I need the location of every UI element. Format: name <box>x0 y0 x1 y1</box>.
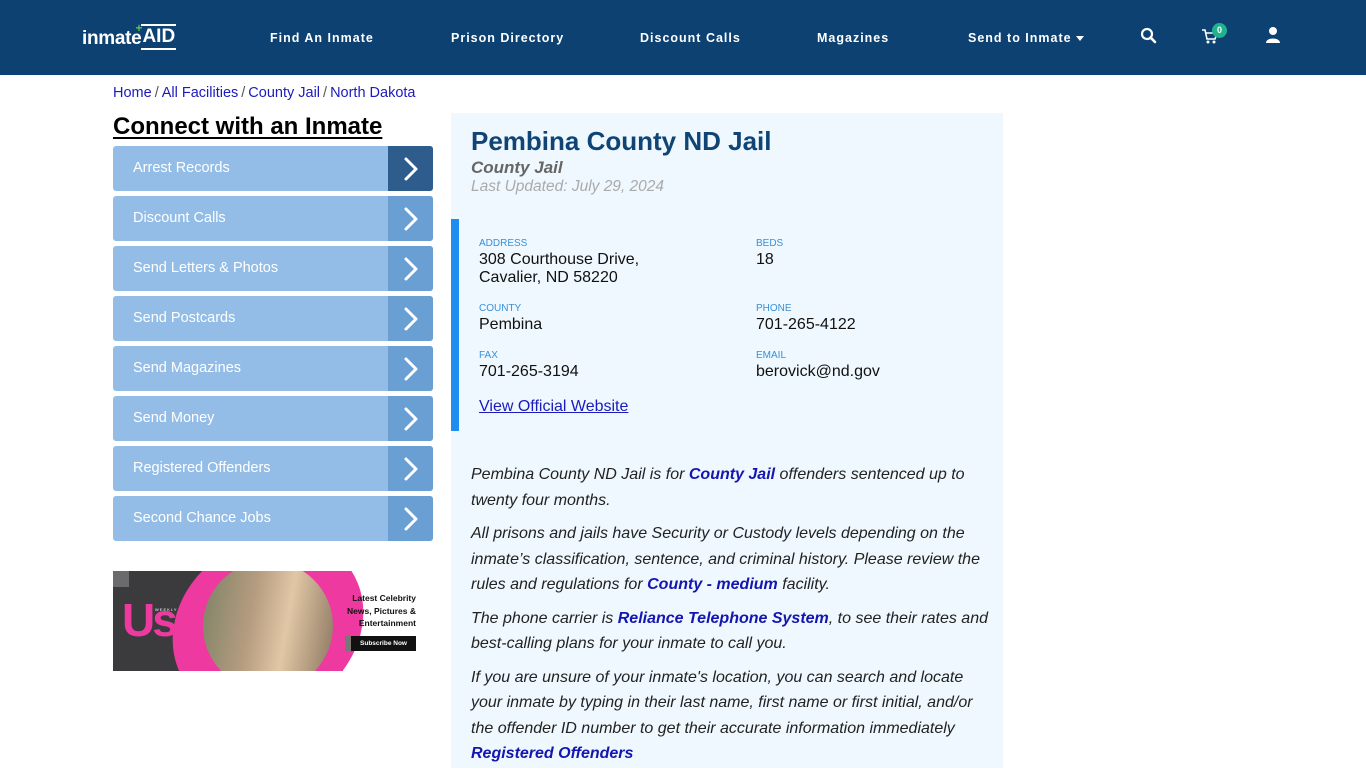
chevron-right-icon <box>388 496 433 541</box>
us-weekly-ad-banner[interactable]: Us WEEKLY Latest Celebrity News, Picture… <box>113 571 416 671</box>
nav-find-an-inmate[interactable]: Find An Inmate <box>270 31 374 45</box>
beds-label: BEDS <box>756 238 784 249</box>
view-official-website-link[interactable]: View Official Website <box>479 398 628 416</box>
menu-item-registered-offenders[interactable]: Registered Offenders <box>113 446 433 491</box>
logo-text: inmate <box>82 28 142 49</box>
menu-item-send-money[interactable]: Send Money <box>113 396 433 441</box>
address-line2: Cavalier, ND 58220 <box>479 269 618 286</box>
facility-info-card: ADDRESS 308 Courthouse Drive, Cavalier, … <box>451 219 1003 431</box>
menu-item-label: Second Chance Jobs <box>133 510 271 526</box>
menu-item-label: Send Postcards <box>133 310 236 326</box>
top-navigation-bar: inmate + AID Find An Inmate Prison Direct… <box>0 0 1366 75</box>
facility-panel: Pembina County ND Jail County Jail Last … <box>451 113 1003 768</box>
facility-type: County Jail <box>471 158 563 177</box>
address-label: ADDRESS <box>479 238 528 249</box>
description-paragraph: Pembina County ND Jail is for County Jai… <box>471 462 996 513</box>
menu-item-label: Send Money <box>133 410 215 426</box>
inmateaid-logo[interactable]: inmate + AID <box>82 21 177 50</box>
nav-magazines[interactable]: Magazines <box>817 31 889 45</box>
logo-plus-icon: + <box>135 21 143 35</box>
chevron-right-icon <box>388 446 433 491</box>
registered-offenders-link[interactable]: Registered Offenders <box>471 745 633 762</box>
security-level-link[interactable]: County - medium <box>647 576 778 593</box>
chevron-right-icon <box>388 346 433 391</box>
nav-discount-calls[interactable]: Discount Calls <box>640 31 741 45</box>
logo-accent: + AID <box>135 21 177 50</box>
ad-copy: Latest Celebrity News, Pictures & Entert… <box>336 592 416 630</box>
breadcrumb: Home / All Facilities / County Jail / North Da… <box>113 85 416 101</box>
county-value: Pembina <box>479 316 543 333</box>
breadcrumb-county-jail[interactable]: County Jail <box>248 85 320 101</box>
description-paragraph: All prisons and jails have Security or C… <box>471 521 996 598</box>
ad-subscribe-button[interactable]: Subscribe Now <box>345 636 416 651</box>
ad-copy-line: Entertainment <box>358 618 416 628</box>
menu-item-send-letters-photos[interactable]: Send Letters & Photos <box>113 246 433 291</box>
menu-item-second-chance-jobs[interactable]: Second Chance Jobs <box>113 496 433 541</box>
ad-corner-square <box>113 571 129 587</box>
county-field: COUNTY Pembina <box>479 303 542 334</box>
description-paragraph: The phone carrier is Reliance Telephone … <box>471 606 996 657</box>
cart-count-badge: 0 <box>1212 23 1227 38</box>
breadcrumb-separator: / <box>241 85 246 101</box>
menu-item-send-magazines[interactable]: Send Magazines <box>113 346 433 391</box>
fax-label: FAX <box>479 350 498 361</box>
breadcrumb-all-facilities[interactable]: All Facilities <box>162 85 239 101</box>
caret-down-icon <box>1075 36 1084 42</box>
description-text: facility. <box>777 576 830 593</box>
chevron-right-icon <box>388 296 433 341</box>
county-label: COUNTY <box>479 303 522 314</box>
phone-label: PHONE <box>756 303 792 314</box>
nav-prison-directory[interactable]: Prison Directory <box>451 31 564 45</box>
description-text: The phone carrier is <box>471 609 618 627</box>
chevron-right-icon <box>388 196 433 241</box>
breadcrumb-separator: / <box>323 85 328 101</box>
address-field: ADDRESS 308 Courthouse Drive, Cavalier, … <box>479 238 639 287</box>
connect-menu: Arrest Records Discount Calls Send Lette… <box>113 146 433 546</box>
facility-name: Pembina County ND Jail <box>471 126 772 156</box>
phone-value[interactable]: 701-265-4122 <box>756 316 856 334</box>
email-label: EMAIL <box>756 350 787 361</box>
beds-field: BEDS 18 <box>756 238 783 269</box>
menu-item-label: Discount Calls <box>133 210 226 226</box>
connect-with-inmate-heading: Connect with an Inmate <box>113 113 383 140</box>
chevron-right-icon <box>388 396 433 441</box>
fax-value: 701-265-3194 <box>479 363 579 380</box>
nav-send-to-inmate-label: Send to Inmate <box>968 31 1072 45</box>
ad-copy-line: News, Pictures & <box>347 605 416 616</box>
menu-item-label: Send Magazines <box>133 360 242 376</box>
last-updated: Last Updated: July 29, 2024 <box>471 178 665 195</box>
menu-item-send-postcards[interactable]: Send Postcards <box>113 296 433 341</box>
fax-field: FAX 701-265-3194 <box>479 350 579 381</box>
phone-carrier-link[interactable]: Reliance Telephone System <box>618 610 829 627</box>
nav-send-to-inmate[interactable]: Send to Inmate <box>968 31 1084 45</box>
logo-aid-text: AID <box>142 26 176 47</box>
ad-brand-logo: Us <box>122 594 178 646</box>
breadcrumb-home[interactable]: Home <box>113 85 152 101</box>
chevron-right-icon <box>388 246 433 291</box>
menu-item-label: Registered Offenders <box>133 460 271 476</box>
ad-brand-sub: WEEKLY <box>155 607 178 612</box>
county-jail-link[interactable]: County Jail <box>689 466 775 483</box>
breadcrumb-north-dakota[interactable]: North Dakota <box>330 85 415 101</box>
menu-item-arrest-records[interactable]: Arrest Records <box>113 146 433 191</box>
description-text: Pembina County ND Jail is for <box>471 466 689 483</box>
address-line1: 308 Courthouse Drive, <box>479 251 640 268</box>
chevron-right-icon <box>388 146 433 191</box>
email-field: EMAIL berovick@nd.gov <box>756 350 880 381</box>
menu-item-label: Send Letters & Photos <box>133 260 279 276</box>
facility-description: Pembina County ND Jail is for County Jai… <box>471 462 996 775</box>
menu-item-discount-calls[interactable]: Discount Calls <box>113 196 433 241</box>
description-paragraph: If you are unsure of your inmate's locat… <box>471 665 996 767</box>
description-text: If you are unsure of your inmate's locat… <box>471 668 973 737</box>
search-icon[interactable] <box>1139 26 1161 48</box>
phone-field: PHONE 701-265-4122 <box>756 303 856 334</box>
menu-item-label: Arrest Records <box>133 160 230 176</box>
ad-copy-line: Latest Celebrity <box>352 593 416 603</box>
email-value[interactable]: berovick@nd.gov <box>756 363 880 381</box>
user-icon[interactable] <box>1264 26 1286 48</box>
breadcrumb-separator: / <box>154 85 159 101</box>
beds-value: 18 <box>756 251 774 268</box>
